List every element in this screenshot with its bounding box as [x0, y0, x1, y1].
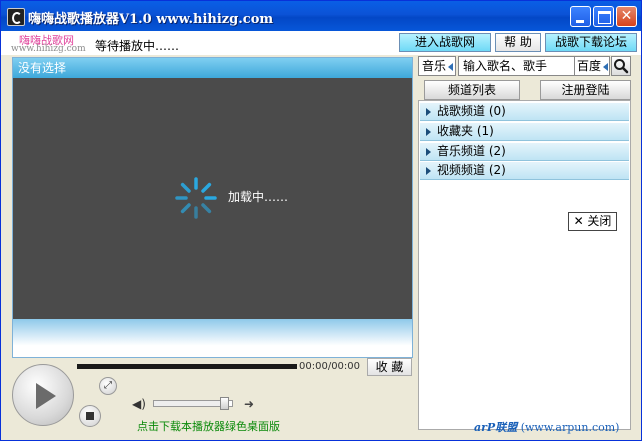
loading-spinner-icon — [175, 177, 217, 219]
title-bar[interactable]: 嗨嗨战歌播放器V1.0 www.hihizg.com ✕ — [1, 1, 641, 31]
search-bar: 音乐 输入歌名、歌手 百度 — [418, 56, 632, 76]
play-button[interactable] — [12, 364, 74, 426]
side-tabs: 频道列表 注册登陆 — [418, 80, 631, 100]
close-button[interactable]: ✕ — [616, 6, 637, 27]
channel-panel: 战歌频道 (0) 收藏夹 (1) 音乐频道 (2) 视频频道 (2) — [418, 100, 631, 430]
tab-channel-list[interactable]: 频道列表 — [424, 80, 520, 100]
maximize-icon — [598, 11, 611, 24]
search-button[interactable] — [611, 56, 631, 76]
playback-status: 等待播放中…… — [95, 39, 180, 53]
close-panel-button[interactable]: ✕ 关闭 — [568, 212, 617, 231]
expand-icon — [426, 127, 431, 136]
maximize-button[interactable] — [593, 6, 614, 27]
loading-label: 加载中…… — [228, 190, 289, 204]
search-engine-select[interactable]: 百度 — [574, 56, 610, 76]
help-button[interactable]: 帮 助 — [495, 33, 541, 52]
channel-label: 收藏夹 (1) — [437, 124, 494, 138]
window-title: 嗨嗨战歌播放器V1.0 www.hihizg.com — [28, 12, 274, 27]
channel-item[interactable]: 视频频道 (2) — [420, 162, 629, 180]
time-display: 00:00/00:00 — [299, 361, 361, 372]
volume-handle[interactable] — [220, 397, 229, 410]
tab-register-login[interactable]: 注册登陆 — [540, 80, 631, 100]
now-playing-title: 没有选择 — [13, 58, 412, 78]
search-input[interactable]: 输入歌名、歌手 — [458, 56, 590, 76]
search-icon — [614, 59, 629, 74]
video-area[interactable]: 没有选择 加载中…… — [12, 57, 413, 358]
footer-credit: arP联盟 (www.arpun.com) — [474, 419, 619, 435]
logo-url: www.hihizg.com — [11, 44, 86, 54]
fullscreen-icon: ⤢ — [104, 380, 112, 391]
download-link[interactable]: 点击下载本播放器绿色桌面版 — [137, 418, 280, 434]
volume-fill — [154, 401, 221, 406]
footer-brand: arP联盟 — [474, 421, 518, 434]
channel-item[interactable]: 音乐频道 (2) — [420, 143, 629, 161]
channel-label: 战歌频道 (0) — [437, 104, 506, 118]
enter-site-button[interactable]: 进入战歌网 — [399, 33, 491, 52]
speaker-icon[interactable]: ◀) — [132, 398, 146, 410]
search-engine-label: 百度 — [577, 59, 602, 73]
favorite-button[interactable]: 收 藏 — [367, 358, 412, 376]
minimize-button[interactable] — [570, 6, 591, 27]
app-icon — [7, 8, 25, 26]
player-window: 嗨嗨战歌播放器V1.0 www.hihizg.com ✕ 嗨嗨战歌网 www.h… — [0, 0, 642, 441]
volume-arrow-icon[interactable]: ➜ — [244, 397, 254, 411]
chevron-left-icon — [603, 62, 609, 71]
stop-button[interactable] — [79, 405, 101, 427]
channel-item[interactable]: 战歌频道 (0) — [420, 103, 629, 121]
forum-button[interactable]: 战歌下载论坛 — [545, 33, 637, 52]
play-icon — [36, 383, 56, 409]
stop-icon — [86, 412, 94, 420]
close-icon: ✕ — [620, 8, 633, 24]
minimize-icon — [576, 20, 584, 23]
expand-icon — [426, 107, 431, 116]
chevron-left-icon — [448, 62, 454, 71]
footer-url: (www.arpun.com) — [520, 421, 620, 434]
expand-icon — [426, 147, 431, 156]
search-category-label: 音乐 — [422, 59, 447, 73]
channel-label: 音乐频道 (2) — [437, 144, 506, 158]
video-footer-bar — [13, 319, 412, 357]
search-category-select[interactable]: 音乐 — [418, 56, 456, 76]
channel-label: 视频频道 (2) — [437, 163, 506, 177]
fullscreen-button[interactable]: ⤢ — [99, 377, 117, 395]
channel-item[interactable]: 收藏夹 (1) — [420, 123, 629, 141]
seek-bar[interactable] — [77, 364, 297, 369]
expand-icon — [426, 166, 431, 175]
